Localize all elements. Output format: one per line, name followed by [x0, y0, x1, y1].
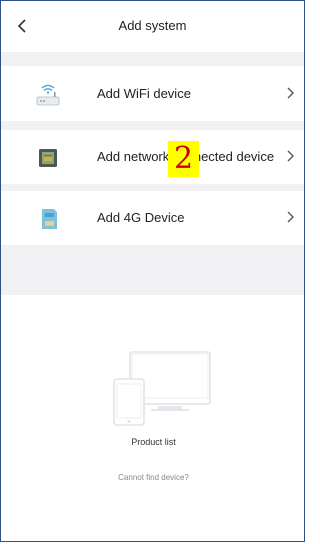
cannot-find-device-link[interactable]: Cannot find device? — [0, 473, 307, 482]
devices-outline-icon — [113, 351, 211, 426]
nav-bar: Add system — [1, 1, 304, 51]
wifi-router-icon — [36, 84, 60, 106]
section-gap — [1, 121, 304, 130]
section-gap — [1, 184, 304, 191]
add-wifi-device-label: Add WiFi device — [97, 86, 191, 101]
add-4g-device-row[interactable]: Add 4G Device — [1, 191, 304, 245]
chevron-right-icon — [285, 147, 297, 165]
chevron-right-icon — [285, 84, 297, 102]
add-4g-device-label: Add 4G Device — [97, 210, 185, 225]
section-gap — [1, 245, 304, 295]
chevron-right-icon — [285, 208, 297, 226]
section-gap — [1, 52, 304, 66]
network-device-icon — [39, 149, 57, 167]
4g-sim-icon — [42, 209, 57, 229]
add-network-device-row[interactable]: Add network connected device — [1, 130, 304, 184]
add-wifi-device-row[interactable]: Add WiFi device — [1, 67, 304, 121]
product-list-link[interactable]: Product list — [0, 437, 307, 447]
annotation-marker: 2 — [168, 141, 199, 177]
page-title: Add system — [118, 18, 187, 33]
